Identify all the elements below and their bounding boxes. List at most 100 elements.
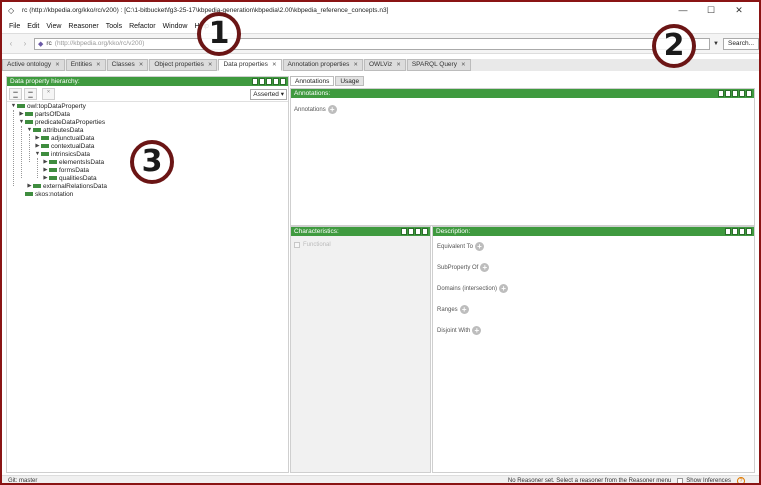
close-icon[interactable] bbox=[746, 228, 752, 235]
maximize-icon[interactable] bbox=[739, 228, 745, 235]
data-property-icon bbox=[41, 144, 49, 148]
tree-node[interactable]: ▶ adjunctualData bbox=[34, 134, 94, 142]
close-icon[interactable]: ✕ bbox=[55, 60, 60, 70]
tree-node[interactable]: ▶ elementsIsData bbox=[42, 158, 104, 166]
tab-entities[interactable]: Entities ✕ bbox=[65, 59, 106, 71]
minimize-icon[interactable] bbox=[266, 78, 272, 85]
close-icon[interactable] bbox=[280, 78, 286, 85]
chevron-down-icon[interactable]: ▼ bbox=[713, 41, 719, 47]
collapsed-arrow-icon[interactable]: ▶ bbox=[26, 183, 33, 189]
maximize-icon[interactable] bbox=[415, 228, 421, 235]
search-button[interactable]: Search... bbox=[722, 37, 759, 50]
tree-node[interactable]: ▶ partsOfData bbox=[18, 110, 70, 118]
add-sibling-property-icon[interactable]: ▬ ▬ bbox=[24, 87, 37, 100]
add-equivalent-icon[interactable]: + bbox=[474, 242, 484, 251]
tab-sparql-query[interactable]: SPARQL Query ✕ bbox=[406, 59, 471, 71]
menu-window[interactable]: Window bbox=[163, 23, 188, 30]
expanded-arrow-icon[interactable]: ▼ bbox=[34, 151, 41, 157]
maximize-button[interactable]: ☐ bbox=[697, 2, 725, 19]
tree-node[interactable]: skos:notation bbox=[18, 190, 73, 198]
add-superproperty-icon[interactable]: + bbox=[480, 263, 490, 272]
ontology-address-field[interactable]: ◆ rc (http://kbpedia.org/kko/rc/v200) bbox=[33, 37, 711, 50]
tab-data-properties[interactable]: Data properties ✕ bbox=[218, 59, 282, 71]
functional-checkbox[interactable] bbox=[294, 242, 300, 248]
tree-node[interactable]: ▶ contextualData bbox=[34, 142, 94, 150]
menu-file[interactable]: File bbox=[9, 23, 20, 30]
show-inferences-checkbox[interactable] bbox=[677, 478, 684, 483]
tab-annotations[interactable]: Annotations bbox=[290, 76, 335, 86]
tab-owlviz[interactable]: OWLViz ✕ bbox=[363, 59, 406, 71]
help-icon[interactable] bbox=[718, 90, 724, 97]
collapsed-arrow-icon[interactable]: ▶ bbox=[34, 135, 41, 141]
close-button[interactable]: ✕ bbox=[725, 2, 753, 19]
add-sub-property-icon[interactable]: ▬ ▬ bbox=[9, 87, 22, 100]
equivalent-to-row: Equivalent To + bbox=[437, 242, 484, 251]
close-icon[interactable]: ✕ bbox=[461, 60, 466, 70]
add-domain-icon[interactable]: + bbox=[499, 284, 509, 293]
close-icon[interactable]: ✕ bbox=[396, 60, 401, 70]
add-annotation-icon[interactable]: + bbox=[327, 105, 337, 114]
maximize-icon[interactable] bbox=[739, 90, 745, 97]
app-icon: ◇ bbox=[8, 5, 15, 15]
tree-node[interactable]: ▶ formsData bbox=[42, 166, 89, 174]
panel-header: Characteristics: bbox=[291, 227, 430, 236]
tree-node[interactable]: ▶ externalRelationsData bbox=[26, 182, 107, 190]
expanded-arrow-icon[interactable]: ▼ bbox=[10, 103, 17, 109]
menu-refactor[interactable]: Refactor bbox=[129, 23, 155, 30]
menu-edit[interactable]: Edit bbox=[27, 23, 39, 30]
collapsed-arrow-icon[interactable]: ▶ bbox=[42, 167, 49, 173]
delete-property-icon[interactable]: ✕ bbox=[42, 87, 55, 100]
minimize-button[interactable]: — bbox=[669, 2, 697, 19]
expanded-arrow-icon[interactable]: ▼ bbox=[26, 127, 33, 133]
minimize-icon[interactable] bbox=[732, 90, 738, 97]
tab-active-ontology[interactable]: Active ontology ✕ bbox=[2, 59, 65, 71]
tab-annotation-properties[interactable]: Annotation properties ✕ bbox=[282, 59, 363, 71]
help-icon[interactable]: ? bbox=[737, 477, 745, 483]
pin-icon[interactable] bbox=[725, 90, 731, 97]
domains-row: Domains (intersection) + bbox=[437, 284, 509, 293]
close-icon[interactable]: ✕ bbox=[353, 60, 358, 70]
tree-node[interactable]: ▶ qualitiesData bbox=[42, 174, 96, 182]
hierarchy-mode-select[interactable]: Asserted ▾ bbox=[250, 89, 287, 100]
menu-view[interactable]: View bbox=[46, 23, 61, 30]
close-icon[interactable]: ✕ bbox=[139, 60, 144, 70]
minimize-icon[interactable] bbox=[732, 228, 738, 235]
tree-node[interactable]: ▼ attributesData bbox=[26, 126, 84, 134]
tab-object-properties[interactable]: Object properties ✕ bbox=[149, 59, 218, 71]
main-tabs: Active ontology ✕ Entities ✕ Classes ✕ Obje… bbox=[2, 59, 759, 71]
forward-arrow-icon[interactable]: › bbox=[20, 38, 30, 50]
add-disjoint-icon[interactable]: + bbox=[472, 326, 482, 335]
status-bar: Git: master No Reasoner set. Select a re… bbox=[2, 475, 759, 483]
close-icon[interactable] bbox=[746, 90, 752, 97]
close-icon[interactable]: ✕ bbox=[272, 60, 277, 70]
tab-classes[interactable]: Classes ✕ bbox=[106, 59, 149, 71]
close-icon[interactable]: ✕ bbox=[208, 60, 213, 70]
expanded-arrow-icon[interactable]: ▼ bbox=[18, 119, 25, 125]
collapsed-arrow-icon[interactable]: ▶ bbox=[34, 143, 41, 149]
pin-icon[interactable] bbox=[401, 228, 407, 235]
panel-header: Description: bbox=[433, 227, 754, 236]
tree-node[interactable]: ▼ owl:topDataProperty bbox=[10, 102, 86, 110]
help-icon[interactable] bbox=[252, 78, 258, 85]
window-controls: — ☐ ✕ bbox=[669, 2, 753, 19]
minimize-icon[interactable] bbox=[408, 228, 414, 235]
pin-icon[interactable] bbox=[725, 228, 731, 235]
tree-node[interactable]: ▼ intrinsicsData bbox=[34, 150, 90, 158]
detail-tabs: Annotations Usage bbox=[290, 76, 755, 86]
collapsed-arrow-icon[interactable]: ▶ bbox=[18, 111, 25, 117]
collapsed-arrow-icon[interactable]: ▶ bbox=[42, 175, 49, 181]
menu-tools[interactable]: Tools bbox=[106, 23, 122, 30]
pin-icon[interactable] bbox=[259, 78, 265, 85]
menu-reasoner[interactable]: Reasoner bbox=[68, 23, 98, 30]
close-icon[interactable] bbox=[422, 228, 428, 235]
close-icon[interactable]: ✕ bbox=[96, 60, 101, 70]
back-arrow-icon[interactable]: ‹ bbox=[6, 38, 16, 50]
tree-guide-line bbox=[37, 158, 38, 178]
add-range-icon[interactable]: + bbox=[459, 305, 469, 314]
functional-row: Functional bbox=[294, 242, 331, 248]
collapsed-arrow-icon[interactable]: ▶ bbox=[42, 159, 49, 165]
ranges-row: Ranges + bbox=[437, 305, 469, 314]
tab-usage[interactable]: Usage bbox=[335, 76, 365, 86]
tree-node[interactable]: ▼ predicateDataProperties bbox=[18, 118, 105, 126]
maximize-icon[interactable] bbox=[273, 78, 279, 85]
